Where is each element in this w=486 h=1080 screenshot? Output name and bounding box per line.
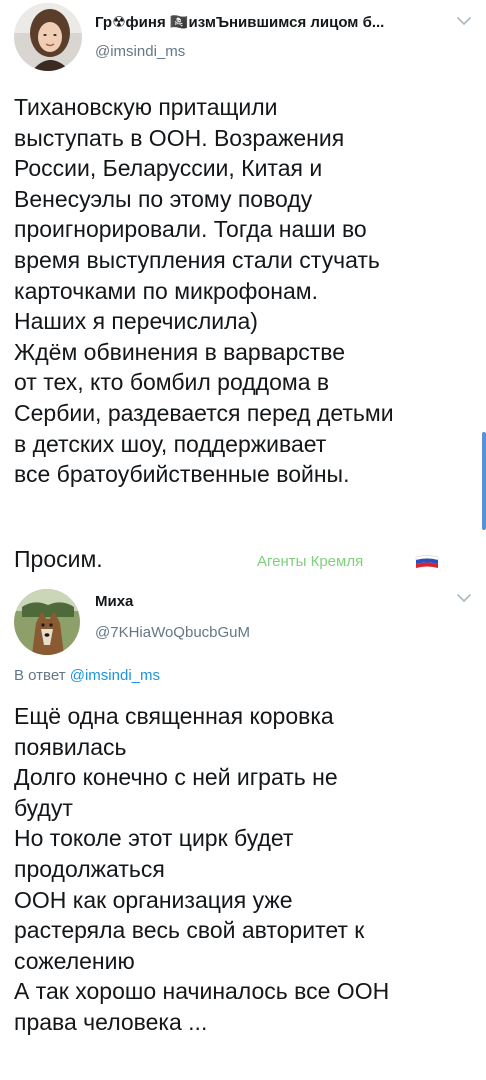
- tweet-body-line: Ещё одна священная коровка: [14, 703, 334, 729]
- tweet-body-line: проигнорировали. Тогда наши во: [14, 216, 367, 243]
- tweet-body-line: растеряла весь свой авторитет к: [14, 917, 365, 944]
- tweet-1[interactable]: Гр☢финя 🏴‍☠️измЪнившимся лицом б... @ims…: [0, 0, 486, 583]
- tweet-body-line: Тихановскую притащили: [14, 94, 278, 120]
- tweet-2[interactable]: Миха @7KHiaWoQbucbGuM В ответ @imsindi_m…: [0, 583, 486, 1080]
- tweet-body-line: выступать в ООН. Возражения: [14, 124, 345, 151]
- tweet-body-line: Но токоле этот цирк будет: [14, 825, 294, 852]
- tweet-body-line: Наших я перечислила): [14, 308, 258, 335]
- tweet-body-line: в детских шоу, поддерживает: [14, 430, 327, 457]
- chevron-down-icon[interactable]: [455, 14, 473, 28]
- woman-portrait-avatar: [14, 3, 82, 71]
- author-handle[interactable]: @imsindi_ms: [95, 43, 185, 60]
- tweet-body-line: России, Беларуссии, Китая и: [14, 155, 323, 182]
- tweet-body-line: все братоубийственные войны.: [14, 461, 350, 488]
- tweet-body-line: Венесуэлы по этому поводу: [14, 185, 313, 212]
- tweet-signoff: Просим.: [14, 546, 103, 572]
- author-avatar[interactable]: [14, 3, 82, 71]
- tweet-body-line: Ждём обвинения в варварстве: [14, 338, 346, 365]
- tweet-body-line: карточками по микрофонам.: [14, 277, 318, 304]
- tweet-body-line: будут: [14, 794, 73, 821]
- author-display-name[interactable]: Миха: [95, 593, 133, 610]
- tweet-body-line: Сербии, раздевается перед детьми: [14, 399, 394, 426]
- author-avatar[interactable]: [14, 589, 80, 655]
- tweet-body-line: Долго конечно с ней играть не: [14, 764, 338, 791]
- tweet-body-line: появилась: [14, 733, 127, 760]
- tweet-body: Ещё одна священная коровка появилась Дол…: [14, 701, 389, 1038]
- tweet-body-line: сожелению: [14, 947, 135, 974]
- author-display-name[interactable]: Гр☢финя 🏴‍☠️измЪнившимся лицом б...: [95, 13, 435, 31]
- reply-prefix: В ответ: [14, 667, 66, 684]
- scrollbar-thumb[interactable]: [482, 432, 486, 530]
- chevron-down-icon[interactable]: [455, 591, 473, 605]
- tweet-body-line: ООН как организация уже: [14, 886, 293, 913]
- reply-mention-link[interactable]: @imsindi_ms: [70, 667, 160, 684]
- tweet-body-line: от тех, кто бомбил роддома в: [14, 369, 330, 396]
- tweet-body-line: А так хорошо начиналось все ООН: [14, 978, 390, 1005]
- tweet-body-line: время выступления стали стучать: [14, 246, 380, 273]
- russia-flag-icon: [415, 555, 439, 568]
- tweet-body-line: права человека ...: [14, 1008, 208, 1035]
- tweet-body-line: продолжаться: [14, 855, 165, 882]
- agents-tag: Агенты Кремля: [257, 553, 364, 570]
- author-handle[interactable]: @7KHiaWoQbucbGuM: [95, 624, 250, 641]
- reply-context: В ответ @imsindi_ms: [14, 667, 160, 684]
- dog-avatar: [14, 589, 80, 655]
- tweet-body: Тихановскую притащили выступать в ООН. В…: [14, 92, 394, 490]
